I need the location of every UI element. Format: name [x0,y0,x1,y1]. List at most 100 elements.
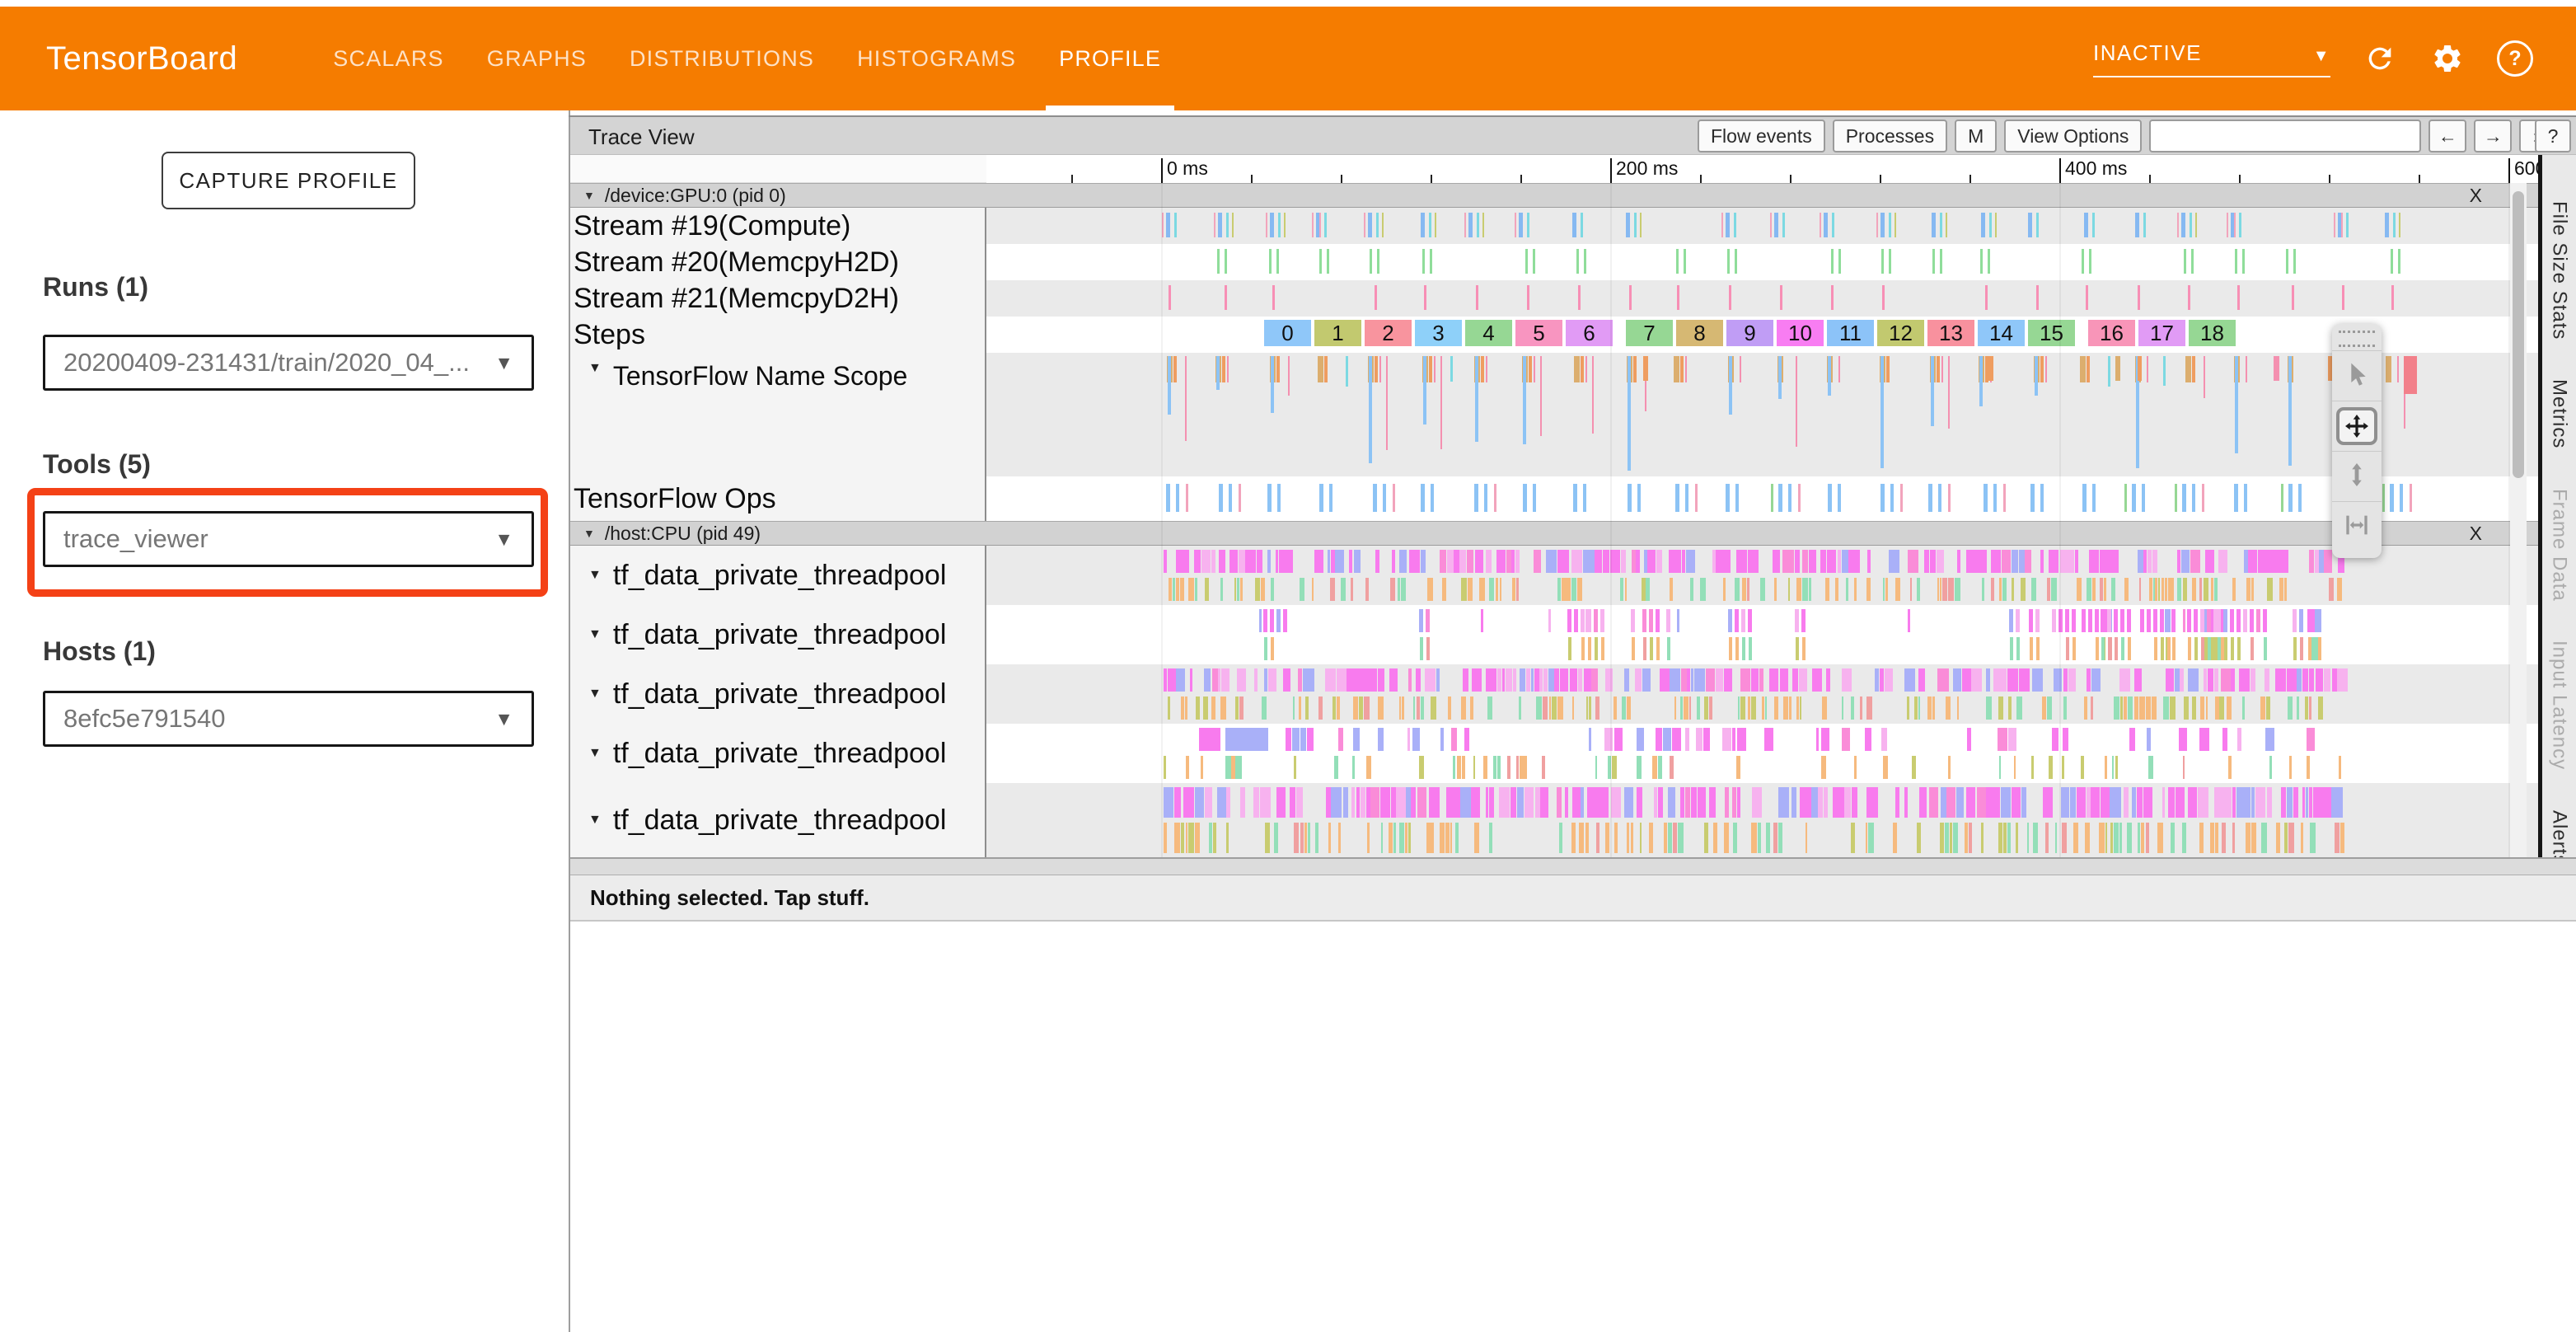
step-box-5[interactable]: 5 [1515,320,1562,346]
refresh-button[interactable] [2362,40,2398,77]
step-box-6[interactable]: 6 [1566,320,1613,346]
trace-event-bar [1617,550,1620,573]
step-box-13[interactable]: 13 [1927,320,1974,346]
side-tab-frame-data[interactable]: Frame Data [2548,489,2571,602]
section-header-device-gpu-0-pid-0[interactable]: ▼/device:GPU:0 (pid 0)X [570,183,2541,208]
row-track-tensorflow-ops-0-5[interactable] [986,476,2541,521]
status-dropdown[interactable]: INACTIVE ▼ [2093,40,2330,77]
trace-help-button[interactable]: ? [2535,120,2571,152]
nav-prev-button[interactable]: ← [2428,120,2466,152]
trace-event-bar [1637,787,1642,818]
runs-select[interactable]: 20200409-231431/train/2020_04_... ▼ [43,335,534,391]
palette-drag-handle[interactable] [2339,331,2375,347]
header-tab-profile[interactable]: PROFILE [1037,7,1183,110]
row-track-tf-data-private-threadpool-1-2[interactable] [986,664,2541,724]
row-track-stream-21-memcpyd2h-0-2[interactable] [986,280,2541,317]
ruler-major-tick [1161,158,1163,183]
nav-next-button[interactable]: → [2474,120,2512,152]
collapse-triangle-icon[interactable]: ▼ [583,189,595,202]
collapse-triangle-icon[interactable]: ▼ [588,627,602,642]
trace-event-bar [1380,787,1390,818]
trace-event-bar [2008,728,2016,751]
trace-event-bar [2386,356,2391,382]
step-box-1[interactable]: 1 [1314,320,1361,346]
trace-event-bar [2213,609,2218,632]
side-tab-input-latency[interactable]: Input Latency [2548,640,2571,770]
timing-tool-button[interactable] [2332,501,2382,551]
header-tab-scalars[interactable]: SCALARS [311,7,465,110]
step-box-12[interactable]: 12 [1877,320,1924,346]
step-box-11[interactable]: 11 [1827,320,1874,346]
trace-event-bar [1260,787,1271,818]
trace-event-bar [2302,787,2306,818]
step-box-17[interactable]: 17 [2138,320,2185,346]
trace-event-bar [2288,484,2293,512]
settings-button[interactable] [2429,40,2466,77]
section-close-button[interactable]: X [2463,523,2489,545]
trace-event-bar [2288,356,2292,466]
toolbar-button-m[interactable]: M [1955,120,1997,152]
step-box-0[interactable]: 0 [1264,320,1311,346]
step-box-10[interactable]: 10 [1777,320,1824,346]
step-box-14[interactable]: 14 [1978,320,2025,346]
step-box-3[interactable]: 3 [1415,320,1462,346]
row-track-tf-data-private-threadpool-1-4[interactable] [986,783,2541,857]
collapse-triangle-icon[interactable]: ▼ [588,361,602,376]
hosts-select[interactable]: 8efc5e791540 ▼ [43,691,534,747]
vertical-scrollbar-thumb[interactable] [2513,191,2524,478]
step-box-16[interactable]: 16 [2088,320,2135,346]
trace-event-bar [2101,637,2105,660]
trace-event-bar [2214,787,2222,818]
detail-panel-splitter[interactable] [570,857,2576,875]
trace-event-bar [1416,668,1421,692]
trace-event-bar [1513,668,1516,692]
row-track-steps-0-3[interactable]: 0123456789101112131415161718 [986,317,2541,353]
trace-search-input[interactable] [2149,120,2421,152]
collapse-triangle-icon[interactable]: ▼ [588,746,602,761]
trace-event-bar [1637,484,1641,512]
trace-event-bar [1927,696,1932,720]
toolbar-button-processes[interactable]: Processes [1833,120,1947,152]
trace-event-bar [1268,668,1276,692]
toolbar-button-flow-events[interactable]: Flow events [1698,120,1825,152]
row-track-tf-data-private-threadpool-1-3[interactable] [986,724,2541,783]
row-track-stream-20-memcpyh2d-0-1[interactable] [986,244,2541,280]
step-box-8[interactable]: 8 [1676,320,1723,346]
step-box-18[interactable]: 18 [2189,320,2236,346]
step-box-7[interactable]: 7 [1626,320,1673,346]
header-tab-histograms[interactable]: HISTOGRAMS [836,7,1037,110]
select-tool-button[interactable] [2332,350,2382,401]
tools-select[interactable]: trace_viewer ▼ [43,511,534,567]
step-box-2[interactable]: 2 [1365,320,1412,346]
row-track-tensorflow-name-scope-0-4[interactable] [986,353,2541,476]
zoom-vertical-tool-button[interactable] [2332,451,2382,501]
capture-profile-button[interactable]: CAPTURE PROFILE [162,152,415,209]
row-track-tf-data-private-threadpool-1-0[interactable] [986,546,2541,605]
section-header-host-cpu-pid-49[interactable]: ▼/host:CPU (pid 49)X [570,521,2541,546]
timeline-ruler[interactable]: 0 ms200 ms400 ms600 [986,155,2541,183]
row-track-tf-data-private-threadpool-1-1[interactable] [986,605,2541,664]
row-track-stream-19-compute-0-0[interactable] [986,208,2541,244]
step-box-15[interactable]: 15 [2028,320,2075,346]
trace-event-bar [1685,356,1687,382]
trace-event-bar [1988,249,1990,274]
step-box-9[interactable]: 9 [1726,320,1773,346]
side-tab-file-size-stats[interactable]: File Size Stats [2548,201,2571,340]
toolbar-button-view-options[interactable]: View Options [2004,120,2142,152]
trace-event-bar [1201,550,1211,573]
trace-event-bar [2239,213,2241,237]
trace-event-bar [2391,249,2393,274]
trace-event-bar [1389,668,1398,692]
header-tab-graphs[interactable]: GRAPHS [466,7,608,110]
collapse-triangle-icon[interactable]: ▼ [583,527,595,540]
collapse-triangle-icon[interactable]: ▼ [588,687,602,701]
collapse-triangle-icon[interactable]: ▼ [588,568,602,583]
collapse-triangle-icon[interactable]: ▼ [588,813,602,828]
header-tab-distributions[interactable]: DISTRIBUTIONS [608,7,836,110]
section-close-button[interactable]: X [2463,185,2489,207]
side-tab-metrics[interactable]: Metrics [2548,379,2571,448]
pan-tool-button[interactable] [2332,401,2382,451]
trace-event-bar [1831,285,1834,310]
help-button[interactable]: ? [2497,40,2533,77]
step-box-4[interactable]: 4 [1465,320,1512,346]
